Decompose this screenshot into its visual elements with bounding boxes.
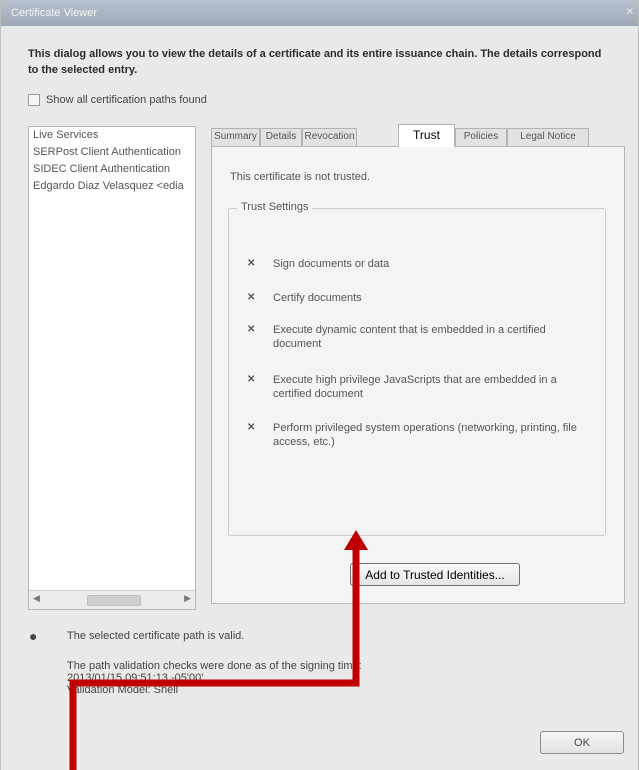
annotation-arrowhead [344, 530, 368, 550]
annotation-arrow [69, 530, 368, 770]
tab-trust[interactable]: Trust [398, 124, 455, 147]
annotation-arrow-line [69, 546, 360, 770]
